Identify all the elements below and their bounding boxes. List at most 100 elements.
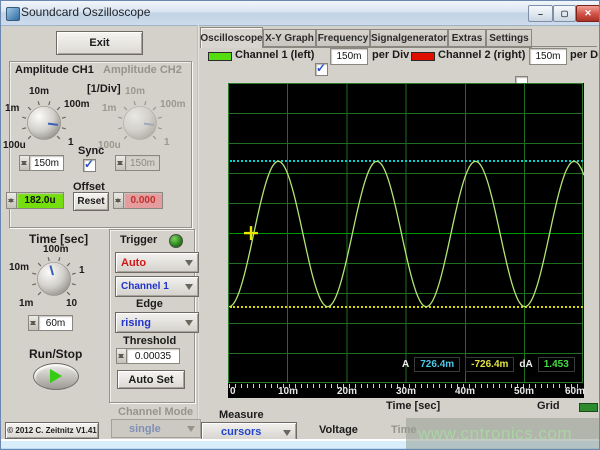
spin-arrows[interactable] — [19, 155, 29, 171]
trigger-edge-value: rising — [121, 316, 151, 329]
knob-label: 1 — [68, 137, 74, 148]
app-window: Soundcard Oszilloscope Exit Amplitude CH… — [0, 0, 600, 450]
offset-ch2-value: 0.000 — [123, 192, 163, 209]
spin-arrows[interactable] — [6, 192, 16, 209]
amplitude-ch2-value: 150m — [125, 155, 160, 171]
chevron-down-icon — [283, 429, 291, 440]
voltage-label: Voltage — [319, 424, 358, 436]
offset-ch1-spinner[interactable]: 182.0u — [6, 192, 64, 209]
cursor1-value: 726.4m — [414, 356, 461, 372]
spin-arrows[interactable] — [116, 348, 126, 364]
channel1-checkbox[interactable] — [315, 61, 328, 76]
x-tick-label: 40m — [454, 386, 476, 397]
reset-button[interactable]: Reset — [73, 192, 109, 211]
waveform — [229, 160, 584, 308]
measure-mode-value: cursors — [221, 426, 262, 438]
run-stop-button[interactable] — [33, 363, 79, 390]
channel1-label: Channel 1 (left) — [235, 49, 315, 61]
amplitude-ch1-value[interactable]: 150m — [29, 155, 64, 171]
cursor2-value: -726.4m — [465, 356, 515, 372]
threshold-value[interactable]: 0.00035 — [126, 348, 180, 364]
edge-label: Edge — [136, 298, 163, 310]
knob-label: 1 — [79, 265, 85, 276]
amplitude-ch1-spinner[interactable]: 150m — [19, 155, 64, 171]
knob-label: 1m — [5, 103, 20, 114]
panel-divider — [197, 25, 199, 439]
measure-title: Measure — [219, 409, 264, 421]
channel-mode-dropdown: single — [111, 419, 201, 438]
channel1-perdiv-label: per Div — [372, 49, 410, 61]
app-icon — [6, 7, 20, 21]
channel-mode-value: single — [129, 422, 161, 435]
sync-checkbox[interactable] — [83, 157, 96, 172]
scope-plot-grid[interactable]: A 726.4m -726.4m dA 1.453 — [228, 83, 584, 383]
channel1-color-swatch — [208, 52, 232, 61]
time-value[interactable]: 60m — [38, 315, 73, 331]
watermark: www.cntronics.com — [406, 418, 599, 449]
trigger-source-value: Channel 1 — [121, 281, 169, 292]
da-label: dA — [519, 358, 533, 370]
channel-mode-label: Channel Mode — [118, 406, 194, 418]
channel2-color-swatch — [411, 52, 435, 61]
channel1-scale-field[interactable]: 150m — [330, 48, 368, 65]
trigger-led-icon — [169, 234, 183, 248]
tab-oscilloscope[interactable]: Oscilloscope — [200, 27, 263, 48]
run-stop-label: Run/Stop — [29, 347, 83, 361]
trigger-mode-value: Auto — [121, 256, 147, 269]
watermark-text: www.cntronics.com — [418, 424, 572, 443]
knob-label: 10m — [29, 86, 50, 97]
x-tick-label: 60m — [564, 386, 586, 397]
maximize-button[interactable] — [553, 5, 576, 22]
amplitude-ch1-knob[interactable] — [18, 97, 70, 149]
x-tick-label: 0 — [230, 386, 236, 397]
sync-label: Sync — [78, 145, 105, 157]
knob-label: 100u — [3, 140, 26, 151]
threshold-spinner[interactable]: 0.00035 — [116, 348, 180, 364]
time-spinner[interactable]: 60m — [28, 315, 73, 331]
channel2-scale-field[interactable]: 150m — [529, 48, 567, 65]
knob-label: 1 — [164, 137, 170, 148]
trigger-mode-dropdown[interactable]: Auto — [115, 252, 199, 273]
x-tick-label: 20m — [336, 386, 358, 397]
play-icon — [50, 369, 69, 383]
cursor-measurements: A 726.4m -726.4m dA 1.453 — [402, 356, 575, 372]
window-title: Soundcard Oszilloscope — [21, 5, 151, 19]
offset-ch1-value[interactable]: 182.0u — [16, 192, 64, 209]
knob-label: 10 — [66, 298, 78, 309]
knob-label: 100m — [43, 244, 69, 255]
trigger-source-dropdown[interactable]: Channel 1 — [115, 276, 199, 297]
minimize-button[interactable] — [528, 5, 553, 22]
spin-arrows[interactable] — [28, 315, 38, 331]
threshold-label: Threshold — [123, 335, 177, 347]
spin-arrows — [113, 192, 123, 209]
amplitude-ch2-title: Amplitude CH2 — [103, 64, 182, 76]
exit-button[interactable]: Exit — [56, 31, 143, 55]
cursor-cross-icon — [244, 226, 259, 241]
chevron-down-icon — [187, 426, 195, 436]
knob-label: 10m — [125, 86, 146, 97]
x-tick-label: 30m — [395, 386, 417, 397]
knob-label: 1m — [19, 298, 34, 309]
trigger-title: Trigger — [120, 234, 158, 246]
title-bar: Soundcard Oszilloscope — [1, 1, 599, 26]
knob-label: 10m — [9, 262, 30, 273]
grid-label: Grid — [537, 400, 560, 412]
channel2-perdiv-label: per Div — [570, 49, 599, 61]
chevron-down-icon — [185, 320, 193, 330]
chevron-down-icon — [185, 260, 193, 270]
amplitude-ch1-title: Amplitude CH1 — [15, 64, 94, 76]
knob-label: 100m — [160, 99, 186, 110]
amplitude-ch2-knob[interactable] — [114, 97, 166, 149]
knob-label: 100m — [64, 99, 90, 110]
amplitude-unit-label: [1/Div] — [87, 83, 121, 95]
amplitude-ch2-spinner: 150m — [115, 155, 160, 171]
close-button[interactable] — [576, 5, 599, 22]
x-tick-label: 10m — [277, 386, 299, 397]
copyright-button[interactable]: © 2012 C. Zeitnitz V1.41 — [5, 422, 99, 439]
x-tick-label: 50m — [513, 386, 535, 397]
knob-label: 1m — [102, 103, 117, 114]
auto-set-button[interactable]: Auto Set — [117, 370, 185, 389]
trigger-edge-dropdown[interactable]: rising — [115, 312, 199, 333]
oscilloscope-display[interactable]: A 726.4m -726.4m dA 1.453 0 10m 20m 30m 40m 5… — [228, 83, 586, 398]
delta-value: 1.453 — [537, 356, 575, 372]
